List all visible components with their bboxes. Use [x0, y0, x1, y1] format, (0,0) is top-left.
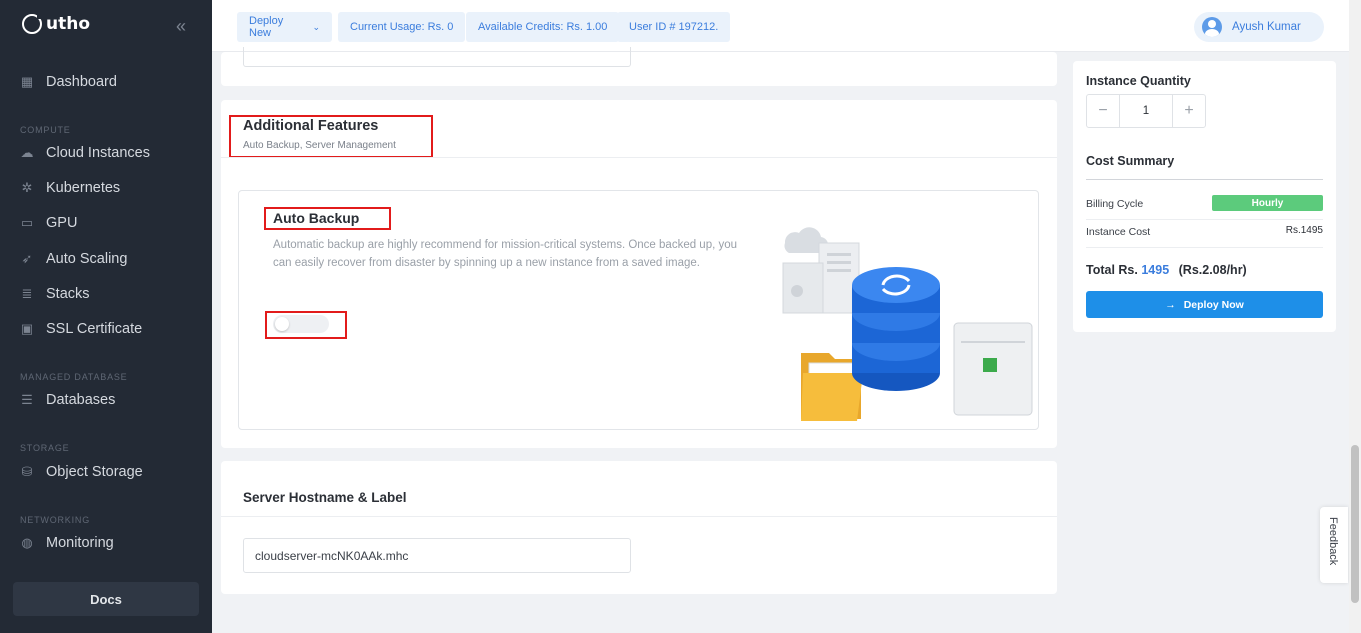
sidebar-item-object-storage[interactable]: ⛁ Object Storage	[20, 464, 143, 480]
sidebar-item-cloud-instances[interactable]: ☁ Cloud Instances	[20, 145, 150, 161]
order-summary-card: Instance Quantity − 1 + Cost Summary Bil…	[1073, 61, 1336, 332]
avatar	[1202, 17, 1222, 37]
rocket-icon: ➶	[21, 251, 33, 266]
plus-icon[interactable]: +	[1173, 95, 1205, 127]
double-chevron-left-icon[interactable]: «	[176, 16, 186, 37]
bucket-icon: ⛁	[21, 464, 33, 479]
brand-name: utho	[46, 14, 91, 34]
total-cost: Total Rs. 1495 (Rs.2.08/hr)	[1086, 263, 1247, 277]
top-bar: Deploy New ⌄ Current Usage: Rs. 0 Availa…	[212, 0, 1361, 52]
minus-icon[interactable]: −	[1087, 95, 1119, 127]
user-name: Ayush Kumar	[1232, 21, 1301, 33]
sidebar-item-label: Kubernetes	[46, 180, 121, 196]
stack-icon: ≣	[21, 286, 33, 301]
total-prefix: Total Rs.	[1086, 263, 1138, 277]
sidebar-item-label: Monitoring	[46, 535, 114, 551]
deploy-new-label: Deploy New	[249, 15, 284, 39]
total-amount: 1495	[1141, 263, 1170, 277]
auto-backup-description: Automatic backup are highly recommend fo…	[273, 239, 738, 269]
instance-quantity-label: Instance Quantity	[1086, 74, 1191, 88]
divider	[1086, 247, 1323, 248]
instance-cost-value: Rs.1495	[1285, 225, 1323, 236]
quantity-value[interactable]: 1	[1119, 95, 1173, 127]
total-hourly: (Rs.2.08/hr)	[1178, 263, 1247, 277]
annotation-box	[229, 115, 433, 158]
scrollbar-thumb[interactable]	[1351, 445, 1359, 603]
sidebar-item-label: Auto Scaling	[46, 251, 128, 267]
billing-cycle-badge: Hourly	[1212, 195, 1323, 211]
kubernetes-icon: ✲	[21, 180, 33, 195]
sidebar-item-label: SSL Certificate	[46, 321, 143, 337]
deploy-new-dropdown[interactable]: Deploy New ⌄	[237, 12, 332, 42]
previous-input-field[interactable]	[243, 47, 631, 67]
feedback-tab[interactable]: Feedback	[1320, 507, 1348, 583]
sidebar-section-storage: STORAGE	[20, 443, 70, 453]
sidebar: utho « ▦ Dashboard COMPUTE ☁ Cloud Insta…	[0, 0, 212, 633]
instance-cost-label: Instance Cost	[1086, 226, 1151, 238]
billing-cycle-label: Billing Cycle	[1086, 198, 1144, 210]
hostname-input[interactable]	[243, 538, 631, 573]
backup-illustration	[782, 227, 1033, 421]
sidebar-section-managed-database: MANAGED DATABASE	[20, 372, 128, 382]
arrow-right-icon: →	[1165, 298, 1176, 311]
docs-button[interactable]: Docs	[13, 582, 199, 616]
database-icon: ☰	[21, 392, 33, 407]
sidebar-item-label: Stacks	[46, 286, 90, 302]
divider	[1086, 179, 1323, 180]
current-usage-badge: Current Usage: Rs. 0	[338, 12, 466, 42]
gpu-icon: ▭	[20, 215, 34, 230]
user-menu[interactable]: Ayush Kumar	[1194, 12, 1324, 42]
feedback-label: Feedback	[1327, 517, 1339, 566]
divider	[1086, 219, 1323, 220]
globe-icon: ◍	[21, 535, 33, 550]
utho-logo-mark-icon	[22, 12, 44, 34]
sidebar-item-databases[interactable]: ☰ Databases	[20, 392, 115, 408]
cost-summary-label: Cost Summary	[1086, 154, 1175, 168]
previous-section-card	[221, 47, 1057, 86]
chevron-down-icon: ⌄	[312, 21, 320, 32]
divider	[221, 157, 1057, 158]
scrollbar[interactable]	[1349, 0, 1361, 633]
grid-icon: ▦	[20, 74, 34, 89]
annotation-box	[265, 311, 347, 339]
sidebar-item-auto-scaling[interactable]: ➶ Auto Scaling	[20, 251, 128, 267]
sidebar-item-gpu[interactable]: ▭ GPU	[20, 215, 78, 231]
sidebar-item-label: Cloud Instances	[46, 145, 150, 161]
deploy-now-button[interactable]: → Deploy Now	[1086, 291, 1323, 318]
lock-icon: ▣	[20, 321, 34, 336]
divider	[221, 516, 1057, 517]
hostname-title: Server Hostname & Label	[243, 490, 407, 505]
sidebar-section-compute: COMPUTE	[20, 125, 71, 135]
sidebar-section-networking: NETWORKING	[20, 515, 90, 525]
user-id-badge: User ID # 197212.	[617, 12, 731, 42]
deploy-now-label: Deploy Now	[1183, 298, 1244, 311]
sidebar-item-monitoring[interactable]: ◍ Monitoring	[20, 535, 114, 551]
sidebar-item-label: Object Storage	[46, 464, 143, 480]
quantity-stepper: − 1 +	[1086, 94, 1206, 128]
additional-features-card: Additional Features Auto Backup, Server …	[221, 100, 1057, 448]
hostname-card: Server Hostname & Label	[221, 461, 1057, 594]
sidebar-item-ssl-certificate[interactable]: ▣ SSL Certificate	[20, 321, 142, 337]
utho-logo[interactable]: utho	[22, 12, 91, 34]
available-credits-badge: Available Credits: Rs. 1.00	[466, 12, 620, 42]
sidebar-item-label: Databases	[46, 392, 116, 408]
auto-backup-panel: Auto Backup Automatic backup are highly …	[238, 190, 1039, 430]
sidebar-item-stacks[interactable]: ≣ Stacks	[20, 286, 90, 302]
annotation-box	[264, 207, 391, 230]
cloud-icon: ☁	[20, 145, 34, 160]
sidebar-item-label: GPU	[46, 215, 78, 231]
sidebar-item-label: Dashboard	[46, 74, 117, 90]
sidebar-item-dashboard[interactable]: ▦ Dashboard	[20, 74, 117, 90]
sidebar-item-kubernetes[interactable]: ✲ Kubernetes	[20, 180, 121, 196]
